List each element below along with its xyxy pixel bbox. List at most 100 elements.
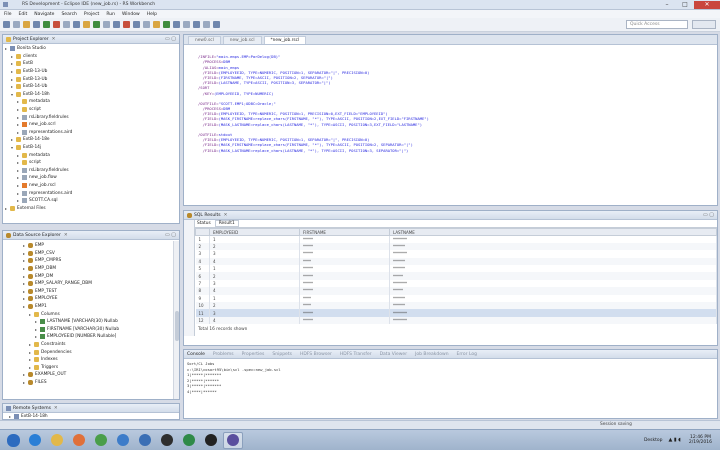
status-subtab[interactable]: Status	[197, 221, 211, 226]
menu-search[interactable]: Search	[61, 12, 76, 17]
tree-item[interactable]: ▸ rsLibrary.fieldrules	[3, 167, 179, 175]
tree-item[interactable]: ▸ EMP_DBM	[3, 265, 179, 273]
toolbar-button-icon[interactable]	[113, 21, 120, 28]
table-row[interactable]: 6 2 ***** *****	[195, 272, 717, 280]
toolbar-button-icon[interactable]	[83, 21, 90, 28]
project-explorer-title[interactable]: Project Explorer	[13, 37, 49, 42]
table-row[interactable]: 11 3 ***** *******	[195, 309, 717, 317]
menu-file[interactable]: File	[4, 12, 12, 17]
scrollbar-thumb[interactable]	[175, 311, 179, 341]
column-header[interactable]: FIRSTNAME	[299, 228, 390, 236]
toolbar-button-icon[interactable]	[193, 21, 200, 28]
close-button[interactable]: ✕	[694, 0, 720, 9]
console-tab[interactable]: Console	[187, 352, 205, 357]
tree-item[interactable]: ▸ Bonita Studio	[3, 45, 179, 53]
column-header[interactable]	[195, 228, 210, 236]
console-tab[interactable]: Problems	[213, 352, 234, 357]
minimize-panel-icon[interactable]: ▭ ▢	[165, 36, 176, 42]
iri-icon[interactable]	[157, 432, 177, 449]
console-tab[interactable]: HDFS Browser	[300, 352, 332, 357]
tree-item[interactable]: ▸ EMPLOYEE	[3, 295, 179, 303]
tree-item[interactable]: ▸ EMP_CMPRS	[3, 257, 179, 265]
perspective-switcher[interactable]	[692, 20, 716, 29]
tree-item[interactable]: ▸ EMP_DM	[3, 272, 179, 280]
tree-item[interactable]: ▸ FILES	[3, 379, 179, 387]
toolbar-button-icon[interactable]	[133, 21, 140, 28]
tree-item[interactable]: ▸ ExtB-13-Ub	[3, 68, 179, 76]
console-tab[interactable]: Snippets	[272, 352, 292, 357]
toolbar-button-icon[interactable]	[143, 21, 150, 28]
tree-item[interactable]: ▸ EXAMPLE_OUT	[3, 371, 179, 379]
close-icon[interactable]: ✕	[64, 233, 68, 238]
tree-item[interactable]: ▸ metadata	[3, 98, 179, 106]
clock-date[interactable]: 2/19/2016	[689, 440, 712, 445]
ie-icon[interactable]	[25, 432, 45, 449]
table-row[interactable]: 2 2 ***** ******	[195, 242, 717, 251]
close-icon[interactable]: ✕	[54, 406, 58, 411]
data-source-scrollbar[interactable]	[173, 241, 179, 399]
menu-run[interactable]: Run	[106, 12, 115, 17]
toolbar-button-icon[interactable]	[33, 21, 40, 28]
cmd-icon[interactable]	[201, 432, 221, 449]
tree-item[interactable]: ▾ ExtB-14-18h	[3, 91, 179, 99]
table-row[interactable]: 7 3 ***** *******	[195, 279, 717, 288]
table-row[interactable]: 3 3 ***** *******	[195, 250, 717, 258]
eclipse-icon[interactable]	[223, 431, 243, 449]
toolbar-button-icon[interactable]	[183, 21, 190, 28]
tree-item[interactable]: ▸ LASTNAME [VARCHAR(30) Nullab	[3, 318, 179, 326]
table-row[interactable]: 10 2 **** ******	[195, 302, 717, 310]
table-row[interactable]: 5 1 ***** ******	[195, 265, 717, 273]
tree-item[interactable]: ▸ ExtB-14-Ub	[3, 83, 179, 91]
close-icon[interactable]: ✕	[52, 37, 56, 42]
tree-item[interactable]: ▸ ExtB-14-18e	[3, 136, 179, 144]
tree-item[interactable]: ▸ representations.aird	[3, 129, 179, 137]
console-tab[interactable]: Data Viewer	[380, 352, 407, 357]
tree-item[interactable]: ▸ rsLibrary.fieldrules	[3, 113, 179, 121]
tree-item[interactable]: ▸ new_job.rscl	[3, 182, 179, 190]
table-row[interactable]: 12 4 ***** *******	[195, 316, 717, 325]
quick-access-input[interactable]: Quick Access	[626, 20, 688, 29]
maximize-button[interactable]: □	[676, 1, 694, 9]
tree-item[interactable]: ▸ EMP1	[3, 303, 179, 311]
tray-icons[interactable]: ▲ ▮ ◖	[669, 437, 681, 443]
editor-tab[interactable]: *new_job.rscl	[263, 36, 307, 44]
tree-item[interactable]: ▸ clients	[3, 53, 179, 61]
menu-help[interactable]: Help	[147, 12, 157, 17]
toolbar-button-icon[interactable]	[103, 21, 110, 28]
sql-results-title[interactable]: SQL Results	[194, 213, 221, 218]
tree-item[interactable]: ▸ ExtB-13-Ub	[3, 75, 179, 83]
column-header[interactable]: LASTNAME	[389, 228, 717, 236]
close-icon[interactable]: ✕	[224, 213, 228, 218]
toolbar-button-icon[interactable]	[63, 21, 70, 28]
tree-item[interactable]: ▸ new_job.flow	[3, 174, 179, 182]
start-orb[interactable]	[3, 432, 23, 449]
minimize-panel-icon[interactable]: ▭ ▢	[703, 212, 714, 218]
table-row[interactable]: 8 4 ***** *****	[195, 287, 717, 295]
chrome-icon[interactable]	[91, 432, 111, 449]
toolbar-button-icon[interactable]	[203, 21, 210, 28]
result1-subtab[interactable]: Result1	[214, 220, 239, 227]
toolbar-button-icon[interactable]	[173, 21, 180, 28]
toolbar-button-icon[interactable]	[23, 21, 30, 28]
tree-item[interactable]: ▸ FIRSTNAME [VARCHAR(30) Nullab	[3, 326, 179, 334]
tree-item[interactable]: ▸ Triggers	[3, 364, 179, 372]
table-row[interactable]: 1 1 ***** *******	[195, 235, 717, 243]
minimize-button[interactable]: –	[658, 1, 676, 9]
tree-item[interactable]: ▸ EMPLOYEEID [NUMBER Nullable]	[3, 333, 179, 341]
table-row[interactable]: 9 1 **** ******	[195, 294, 717, 303]
outlook-icon[interactable]	[135, 432, 155, 449]
tree-item[interactable]: ▸ Columns	[3, 310, 179, 318]
toolbar-button-icon[interactable]	[13, 21, 20, 28]
tree-item[interactable]: ▸ EMP_CSV	[3, 250, 179, 258]
tree-item[interactable]: ▸ ExtB	[3, 60, 179, 68]
tree-item[interactable]: ▸ EMP_TEST	[3, 288, 179, 296]
explorer-icon[interactable]	[47, 432, 67, 449]
code-editor[interactable]: /INFILE="main.emps.EMP=ParDelog(DB)" /PR…	[184, 45, 717, 153]
tree-item[interactable]: ▸ External Files	[3, 204, 179, 212]
tree-item[interactable]: ▸ script	[3, 106, 179, 114]
desktop-label[interactable]: Desktop	[644, 438, 663, 443]
toolbar-button-icon[interactable]	[53, 21, 60, 28]
toolbar-button-icon[interactable]	[3, 21, 10, 28]
table-row[interactable]: 4 4 **** ******	[195, 257, 717, 266]
tree-item[interactable]: ▸ EMP	[3, 242, 179, 250]
